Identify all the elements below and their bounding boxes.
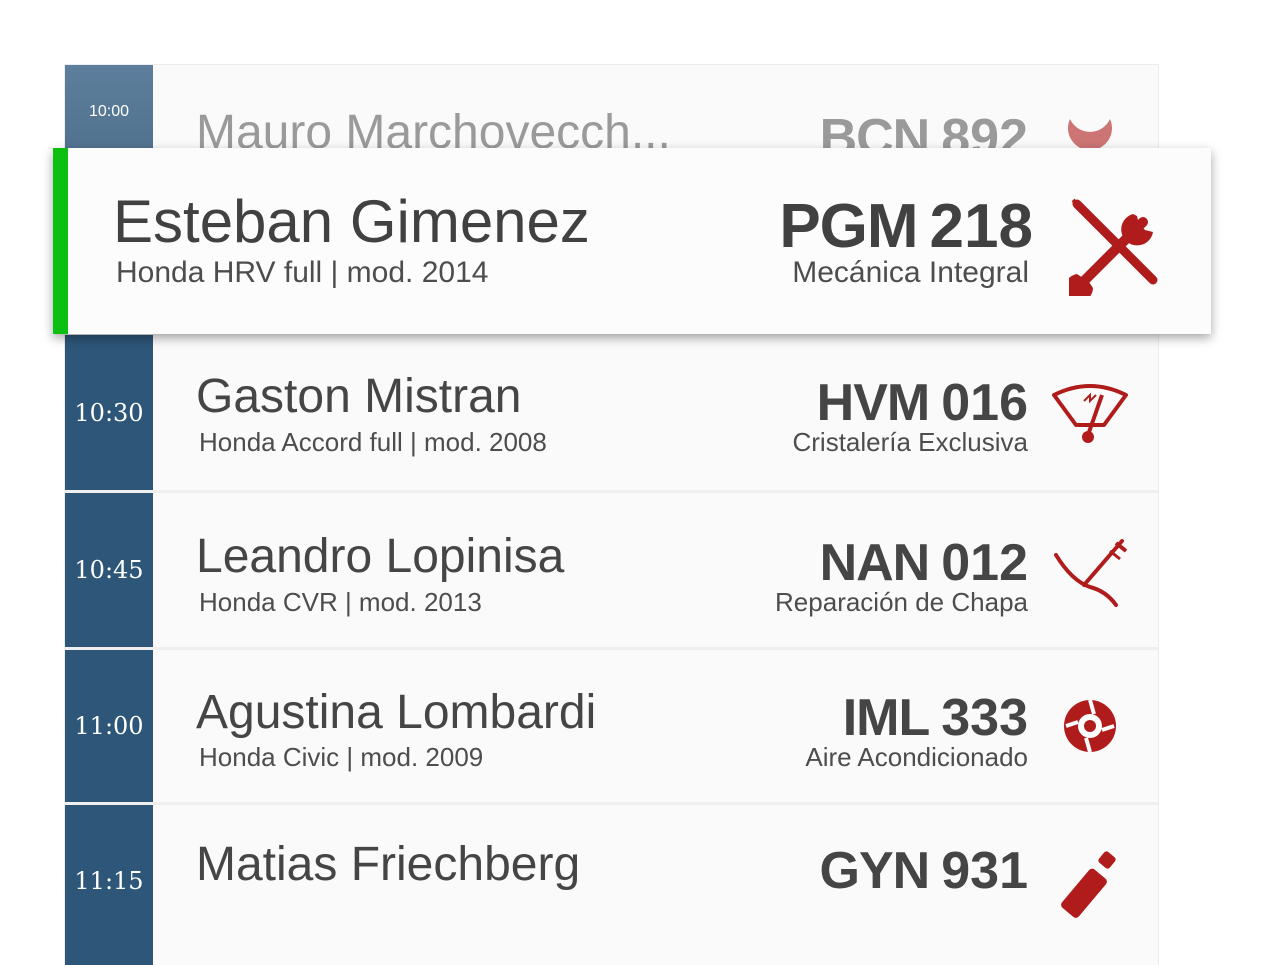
plate-letters: BCN <box>819 109 931 149</box>
vehicle-model: Honda HRV full | mod. 2014 <box>116 256 489 289</box>
service-type: Reparación de Chapa <box>775 587 1028 617</box>
client-name: Leandro Lopinisa <box>196 530 565 583</box>
license-plate: HVM 016 <box>817 377 1028 429</box>
wrench-icon <box>1068 119 1112 149</box>
plate-number: 012 <box>941 534 1028 592</box>
appointment-row[interactable]: 10:00 Mauro Marchovecch... BCN 892 <box>65 65 1158 149</box>
tools-icon <box>1069 198 1158 296</box>
license-plate: BCN 892 <box>820 112 1028 149</box>
windshield-icon <box>1052 384 1128 443</box>
plate-letters: PGM <box>779 192 918 261</box>
appointment-row[interactable]: 11:15 Matias Friechberg GYN 931 <box>65 805 1158 965</box>
time-slot: 10:00 <box>65 65 153 149</box>
license-plate: IML 333 <box>843 692 1028 744</box>
plate-letters: GYN <box>819 842 931 900</box>
plate-letters: HVM <box>816 374 931 432</box>
service-type: Aire Acondicionado <box>805 742 1028 772</box>
plate-letters: IML <box>842 689 931 747</box>
appointment-row[interactable]: 11:00 Agustina Lombardi Honda Civic | mo… <box>65 650 1158 805</box>
client-name: Gaston Mistran <box>196 370 522 423</box>
vehicle-model: Honda Civic | mod. 2009 <box>199 742 484 772</box>
time-slot: 10:30 <box>65 335 153 490</box>
client-name: Agustina Lombardi <box>196 686 597 739</box>
vehicle-model: Honda Accord full | mod. 2008 <box>199 427 547 457</box>
license-plate: PGM 218 <box>779 196 1033 258</box>
license-plate: GYN 931 <box>820 845 1028 897</box>
vehicle-model: Honda CVR | mod. 2013 <box>199 587 482 617</box>
time-slot: 11:00 <box>65 650 153 802</box>
plate-number: 892 <box>941 109 1028 149</box>
plate-number: 333 <box>941 689 1028 747</box>
client-name: Mauro Marchovecch... <box>196 106 671 150</box>
plate-letters: NAN <box>819 534 931 592</box>
time-slot: 10:45 <box>65 493 153 647</box>
plate-number: 218 <box>929 192 1033 261</box>
active-indicator <box>53 148 68 334</box>
dent-repair-icon <box>1054 539 1128 607</box>
appointment-row[interactable]: 10:45 Leandro Lopinisa Honda CVR | mod. … <box>65 493 1158 650</box>
client-name: Matias Friechberg <box>196 838 581 891</box>
plate-number: 931 <box>941 842 1028 900</box>
service-type: Mecánica Integral <box>792 256 1029 289</box>
client-name: Esteban Gimenez <box>113 188 590 255</box>
active-appointment-card[interactable]: Esteban Gimenez Honda HRV full | mod. 20… <box>53 148 1211 334</box>
time-slot: 11:15 <box>65 805 153 965</box>
license-plate: NAN 012 <box>820 537 1028 589</box>
appointment-row[interactable]: 10:30 Gaston Mistran Honda Accord full |… <box>65 335 1158 493</box>
service-type: Cristalería Exclusiva <box>792 427 1028 457</box>
plate-number: 016 <box>941 374 1028 432</box>
fan-icon <box>1064 699 1116 753</box>
paint-spray-icon <box>1061 851 1116 918</box>
